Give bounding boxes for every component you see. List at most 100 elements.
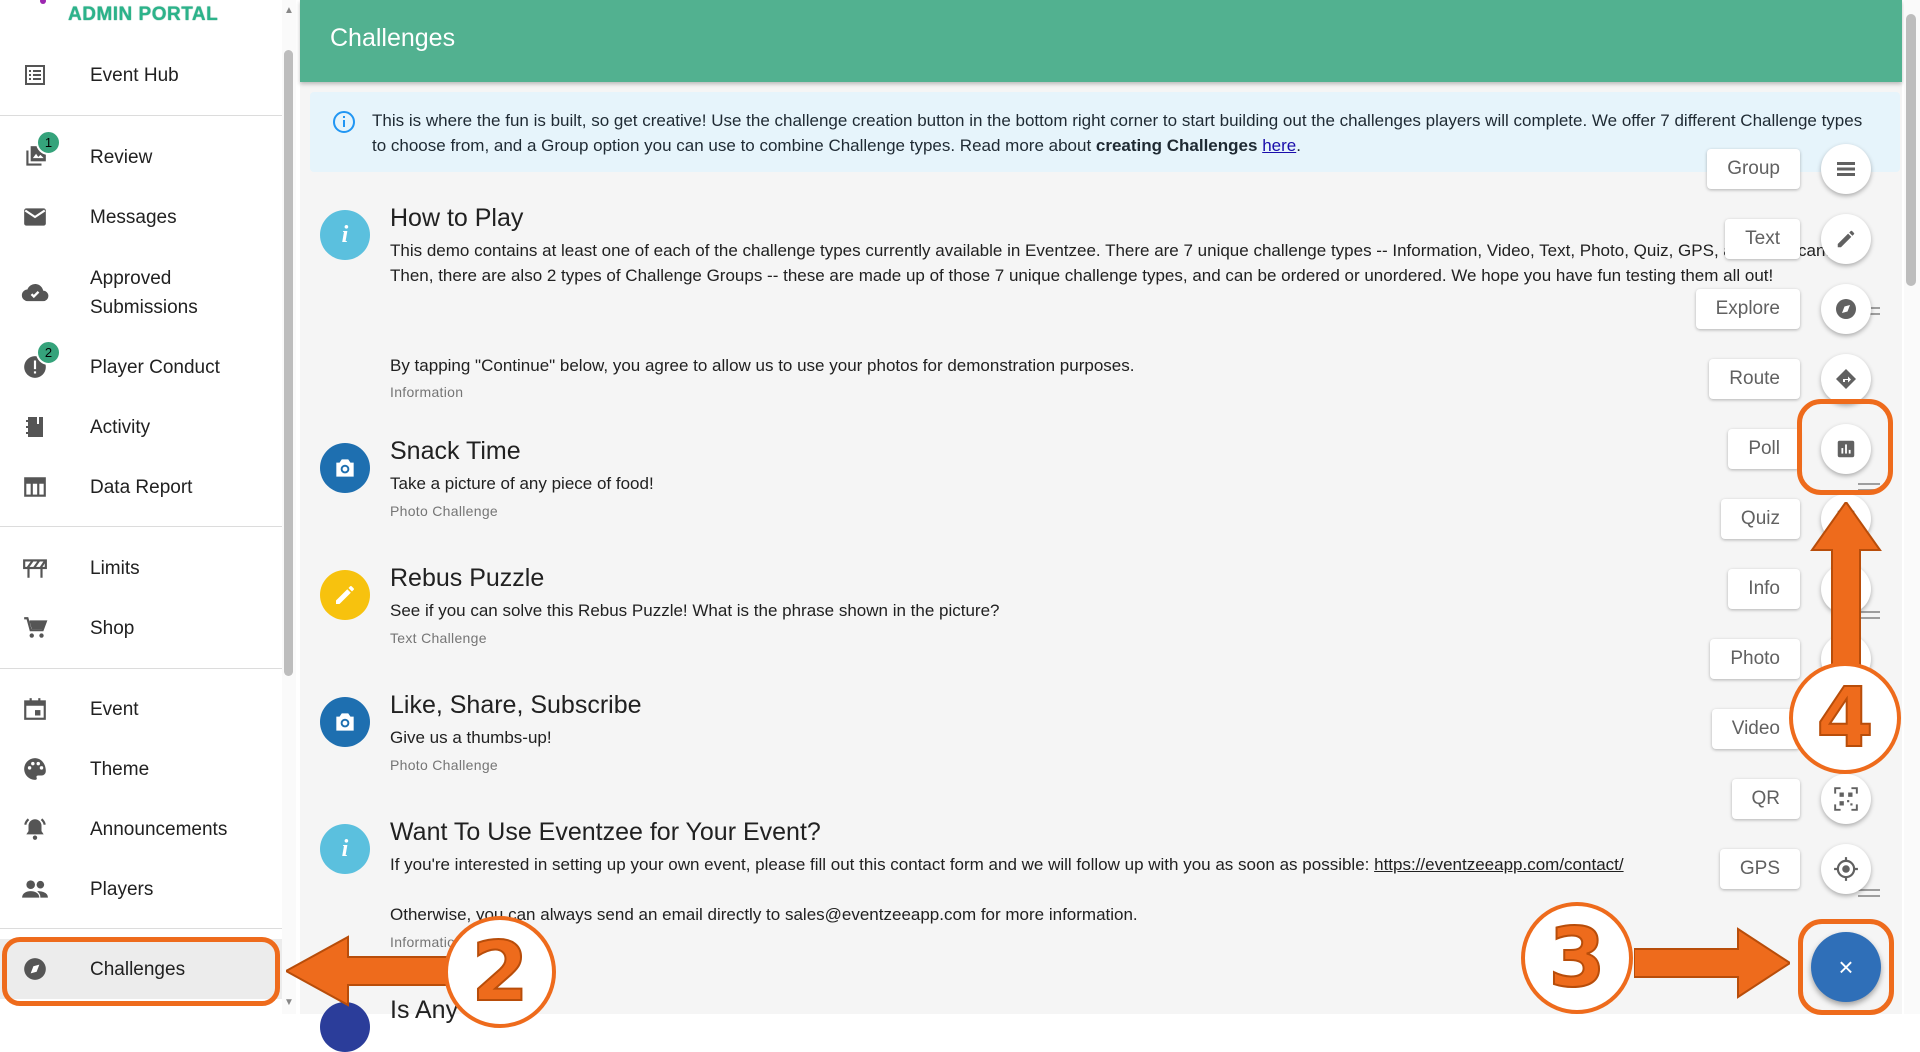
player-conduct-badge: 2 [36,340,61,365]
sidebar-item-label: Approved Submissions [90,268,198,318]
challenge-description-text: If you're interested in setting up your … [390,855,1375,874]
challenge-type: Photo Challenge [390,757,499,773]
scroll-down-arrow-icon[interactable]: ▼ [284,998,294,1008]
sidebar-item-data-report[interactable]: Data Report [0,457,282,517]
sidebar-item-label: Activity [90,416,151,438]
qr-icon[interactable] [1821,774,1871,824]
review-badge: 1 [36,130,61,155]
main-scrollbar-thumb[interactable] [1906,14,1916,286]
challenge-title: Like, Share, Subscribe [390,691,642,719]
sidebar: ADMIN PORTAL Event Hub 1 Review Messages [0,0,296,1014]
speed-dial-label-qr[interactable]: QR [1731,779,1800,819]
sidebar-divider [0,928,282,929]
speed-dial-label-gps[interactable]: GPS [1719,849,1800,889]
gps-icon[interactable] [1821,844,1871,894]
sidebar-item-label: Event Hub [90,64,179,86]
cloud-check-icon [21,279,49,307]
page-title: Challenges [330,24,456,52]
speed-dial-label-group[interactable]: Group [1707,149,1800,189]
speed-dial-label-explore[interactable]: Explore [1695,289,1800,329]
table-icon [21,473,49,501]
sidebar-item-approved-submissions[interactable]: Approved Submissions [0,262,282,324]
challenge-type: Information [390,934,464,950]
contact-link[interactable]: https://eventzeeapp.com/contact/ [1374,855,1623,874]
sidebar-item-label: Players [90,878,154,900]
challenge-title: Is Any [390,996,459,1024]
sidebar-item-challenges[interactable]: Challenges [0,939,282,999]
sidebar-item-shop[interactable]: Shop [0,598,282,658]
sidebar-scrollbar-thumb[interactable] [284,50,293,676]
sidebar-item-announcements[interactable]: Announcements [0,799,282,859]
challenge-description: Give us a thumbs-up! [390,728,552,747]
sidebar-item-label: Limits [90,557,140,579]
info-icon[interactable] [1821,564,1871,614]
challenge-description: Take a picture of any piece of food! [390,474,654,493]
sidebar-divider [0,526,282,527]
sidebar-item-label: Messages [90,206,177,228]
speed-dial-label-info[interactable]: Info [1728,569,1800,609]
sidebar-item-label: Player Conduct [90,356,220,378]
challenge-description: See if you can solve this Rebus Puzzle! … [390,601,1000,620]
sidebar-item-event[interactable]: Event [0,679,282,739]
sidebar-item-review[interactable]: 1 Review [0,127,282,187]
scroll-up-arrow-icon[interactable]: ▲ [284,6,294,16]
banner-text: This is where the fun is built, so get c… [372,108,1872,158]
sidebar-item-label: Challenges [90,958,186,980]
calendar-icon [21,695,49,723]
pencil-icon[interactable] [1821,214,1871,264]
sidebar-item-label: Data Report [90,476,193,498]
banner-bold: creating Challenges [1095,136,1258,155]
sidebar-item-activity[interactable]: Activity [0,397,282,457]
pencil-icon [320,570,370,620]
banner-end: . [1296,136,1301,155]
list-icon [21,61,49,89]
cart-icon [21,614,49,642]
banner-link[interactable]: here [1262,136,1296,155]
poll-icon[interactable] [1821,424,1871,474]
drag-handle-icon[interactable] [1858,889,1880,897]
sidebar-item-label: Theme [90,758,150,780]
barrier-icon [21,554,49,582]
palette-icon [21,755,49,783]
speed-dial-label-poll[interactable]: Poll [1728,429,1800,469]
video-icon[interactable] [1821,704,1871,754]
logo-dot [40,0,46,4]
challenge-title: Snack Time [390,437,521,465]
drag-handle-icon[interactable] [1858,483,1880,491]
challenge-type: Photo Challenge [390,503,499,519]
group-icon[interactable] [1821,144,1871,194]
sidebar-item-label: Review [90,146,153,168]
info-icon: i [320,824,370,874]
page-header: Challenges [300,0,1902,82]
sidebar-item-limits[interactable]: Limits [0,538,282,598]
camera-icon [320,697,370,747]
sidebar-item-players[interactable]: Players [0,859,282,919]
sidebar-item-player-conduct[interactable]: 2 Player Conduct [0,337,282,397]
speed-dial-label-video[interactable]: Video [1711,709,1800,749]
sidebar-item-label: Announcements [90,818,228,840]
camera-icon[interactable] [1821,634,1871,684]
sidebar-item-label: Shop [90,617,135,639]
close-speed-dial-button[interactable]: × [1811,932,1881,1002]
challenge-description-2: Otherwise, you can always send an email … [390,905,1138,924]
challenge-description-2: By tapping "Continue" below, you agree t… [390,356,1135,375]
info-outline-icon [332,110,356,139]
sidebar-item-theme[interactable]: Theme [0,739,282,799]
sidebar-item-label: Event [90,698,139,720]
route-icon[interactable] [1821,354,1871,404]
notebook-icon [21,413,49,441]
info-banner: This is where the fun is built, so get c… [310,92,1900,172]
main-content: Challenges This is where the fun is buil… [300,0,1902,1052]
mail-icon [21,203,49,231]
challenge-description: This demo contains at least one of each … [390,241,1831,285]
compass-icon[interactable] [1821,284,1871,334]
speed-dial-label-text[interactable]: Text [1725,219,1800,259]
quiz-icon[interactable] [1821,494,1871,544]
speed-dial-label-photo[interactable]: Photo [1710,639,1800,679]
drag-handle-icon[interactable] [1858,611,1880,619]
speed-dial-label-quiz[interactable]: Quiz [1720,499,1800,539]
sidebar-item-event-hub[interactable]: Event Hub [0,45,282,105]
challenge-description: If you're interested in setting up your … [390,852,1840,877]
sidebar-item-messages[interactable]: Messages [0,187,282,247]
speed-dial-label-route[interactable]: Route [1709,359,1800,399]
